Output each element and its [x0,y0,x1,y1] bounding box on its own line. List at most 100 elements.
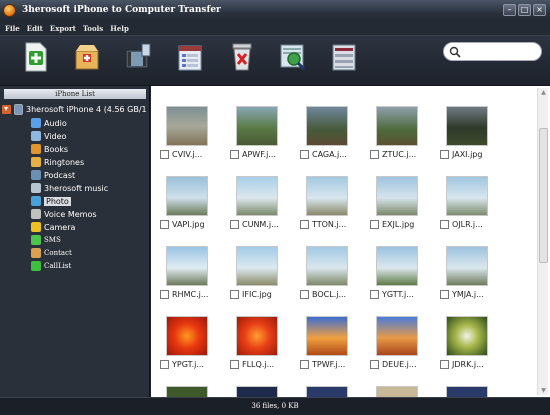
photo-thumbnail[interactable] [166,386,208,397]
file-name: CVIV.j... [172,149,203,159]
photo-thumbnail[interactable] [236,176,278,216]
menu-edit[interactable]: Edit [27,24,43,33]
delete-button[interactable] [228,41,256,73]
menu-help[interactable]: Help [110,24,129,33]
sidebar-item-contact[interactable]: Contact [31,247,72,259]
file-item: DEUE.j... [370,358,417,370]
file-checkbox[interactable] [230,289,239,299]
sidebar-item-calllist[interactable]: CallList [31,260,71,272]
file-checkbox[interactable] [440,149,449,159]
file-checkbox[interactable] [230,219,239,229]
close-button[interactable]: × [533,4,546,16]
file-item: CAGA.j... [300,148,347,160]
title-bar[interactable]: 3herosoft iPhone to Computer Transfer – … [0,0,550,22]
photo-thumbnail[interactable] [166,106,208,146]
file-checkbox[interactable] [440,219,449,229]
scroll-down-icon[interactable]: ▼ [539,386,548,395]
sidebar-item-audio[interactable]: Audio [31,117,67,129]
file-name: IFIC.jpg [242,289,272,299]
photo-thumbnail[interactable] [236,106,278,146]
file-name: YMJA.j... [452,289,484,299]
photo-thumbnail[interactable] [236,246,278,286]
photo-thumbnail[interactable] [306,176,348,216]
details-button[interactable] [330,41,358,73]
photo-thumbnail[interactable] [446,316,488,356]
file-checkbox[interactable] [160,289,169,299]
photo-thumbnail[interactable] [306,106,348,146]
search-icon [449,46,461,58]
photo-thumbnail[interactable] [446,386,488,397]
minimize-button[interactable]: – [503,4,516,16]
file-checkbox[interactable] [300,289,309,299]
scroll-thumb[interactable] [539,128,548,263]
scroll-up-icon[interactable]: ▲ [539,88,548,97]
menu-tools[interactable]: Tools [83,24,103,33]
file-item: VAPI.jpg [160,218,205,230]
photo-thumbnail[interactable] [376,316,418,356]
photo-thumbnail[interactable] [236,316,278,356]
file-checkbox[interactable] [300,359,309,369]
file-checkbox[interactable] [370,359,379,369]
sidebar-item-camera[interactable]: Camera [31,221,75,233]
photo-thumbnail[interactable] [166,176,208,216]
photo-thumbnail[interactable] [306,316,348,356]
file-name: YGTT.j... [382,289,414,299]
photo-thumbnail[interactable] [446,106,488,146]
sidebar-header: iPhone List [4,89,146,99]
export-to-pc-button[interactable] [22,41,50,73]
app-logo-icon [3,4,16,17]
file-checkbox[interactable] [160,359,169,369]
export-to-itunes-button[interactable] [124,41,152,73]
file-checkbox[interactable] [300,219,309,229]
file-item: BOCL.j... [300,288,346,300]
photo-thumbnail[interactable] [376,386,418,397]
menu-export[interactable]: Export [50,24,76,33]
photo-thumbnail[interactable] [236,386,278,397]
file-checkbox[interactable] [370,289,379,299]
photo-thumbnail[interactable] [166,246,208,286]
photo-thumbnail[interactable] [446,176,488,216]
photo-thumbnail[interactable] [306,386,348,397]
menu-file[interactable]: File [5,24,20,33]
search-input[interactable] [464,45,536,58]
photo-thumbnail[interactable] [376,246,418,286]
sidebar-item-voice-memos[interactable]: Voice Memos [31,208,97,220]
photo-thumbnail[interactable] [306,246,348,286]
import-from-pc-button[interactable] [73,41,101,73]
sidebar-item-label: SMS [44,236,61,244]
maximize-button[interactable]: □ [518,4,531,16]
voice-memos-icon [31,209,41,219]
file-item: YMJA.j... [440,288,484,300]
file-checkbox[interactable] [370,149,379,159]
vertical-scrollbar[interactable]: ▲ ▼ [537,88,548,395]
device-node[interactable]: 3herosoft iPhone 4 (4.56 GB/1 [2,103,150,116]
search-filter-button[interactable] [279,41,307,73]
search-box[interactable] [443,42,542,61]
sidebar-item-label: Books [44,144,69,154]
file-checkbox[interactable] [160,219,169,229]
file-name: DEUE.j... [382,359,417,369]
sidebar-item-ringtones[interactable]: Ringtones [31,156,84,168]
collapse-icon[interactable] [2,105,11,114]
file-checkbox[interactable] [440,359,449,369]
sidebar-item-photo[interactable]: Photo [31,195,71,207]
file-checkbox[interactable] [440,289,449,299]
photo-thumbnail[interactable] [376,176,418,216]
sidebar-item-podcast[interactable]: Podcast [31,169,75,181]
delete-icon [232,43,252,71]
file-name: APWF.j... [242,149,276,159]
sidebar-item-video[interactable]: Video [31,130,66,142]
photo-thumbnail[interactable] [166,316,208,356]
file-checkbox[interactable] [370,219,379,229]
photo-thumbnail[interactable] [376,106,418,146]
file-checkbox[interactable] [160,149,169,159]
file-checkbox[interactable] [300,149,309,159]
photo-thumbnail[interactable] [446,246,488,286]
file-checkbox[interactable] [230,149,239,159]
sidebar-item-3herosoft-music[interactable]: 3herosoft music [31,182,108,194]
sidebar-item-books[interactable]: Books [31,143,68,155]
device-label: 3herosoft iPhone 4 (4.56 GB/1 [26,105,147,114]
sidebar-item-sms[interactable]: SMS [31,234,61,246]
file-checkbox[interactable] [230,359,239,369]
playlist-button[interactable] [176,41,204,73]
